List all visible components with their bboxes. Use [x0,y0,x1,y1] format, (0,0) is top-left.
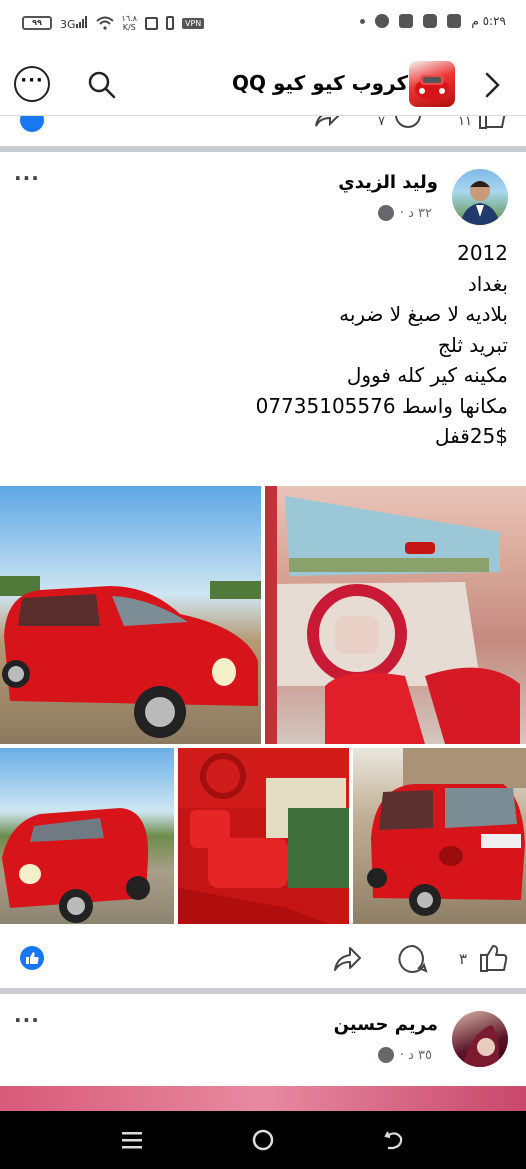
car-photo-interior-front[interactable] [265,486,526,744]
back-arrow-icon[interactable] [482,72,502,98]
post-more-icon[interactable]: ··· [14,1008,40,1032]
post-line: 25$قفل [434,424,508,448]
status-bar: ٩٩ 3G ١٦.٨ K/S VPN ٥:٢٩ م [0,0,526,52]
signal-icon [75,15,87,28]
comment-count: ٧ [378,116,385,129]
post-line: بلاديه لا صبغ لا ضربه [339,302,508,326]
avatar-image [462,1025,500,1067]
share-icon[interactable] [312,116,342,132]
vibrate-icon [165,16,174,30]
post-line: مكانها واسط 07735105576 [255,393,508,418]
post-line: 2012 [457,241,508,265]
youtube-icon [423,14,438,28]
post-card: ··· وليد الزيدي ٣٢ د · 2012 بغداد بلاديه… [0,152,526,984]
previous-post-actions: ٧ ١١ [0,116,526,136]
avatar-image [460,181,500,225]
network-label: 3G [60,17,76,31]
comment-icon[interactable] [393,116,423,132]
like-icon[interactable] [478,943,510,975]
wifi-icon [95,16,114,30]
comment-icon[interactable] [397,943,429,975]
system-nav-bar [0,1111,526,1169]
post-line: مكينه كير كله فوول [346,363,508,387]
car-rear-image [367,748,526,916]
speed-unit: K/S [122,23,136,32]
car-photo-exterior[interactable] [0,486,261,744]
group-avatar[interactable] [409,61,455,107]
thumbs-up-icon [26,952,39,964]
avatar[interactable] [452,1011,508,1067]
share-icon[interactable] [331,944,363,974]
like-count: ٣ [459,950,468,968]
nfc-icon [144,16,158,30]
app-square-icon [447,14,462,28]
group-header: ··· كروب كيو كيو QQ [0,52,526,116]
post-time: ٣٢ د · [399,205,432,221]
car-seats-image [178,748,349,924]
post-body: 2012 بغداد بلاديه لا صبغ لا ضربه تبريد ث… [256,238,508,452]
post-meta: ٣٥ د · [377,1047,432,1063]
post-line: تبريد ثلج [437,332,508,357]
post-actions: ٣ [0,928,526,990]
vpn-badge: VPN [181,17,205,29]
pinterest-icon [375,14,390,28]
like-reaction-icon [20,946,44,970]
group-title[interactable]: كروب كيو كيو QQ [232,71,408,95]
post-media-preview[interactable] [0,1086,526,1111]
clock: ٥:٢٩ م [471,14,506,28]
more-dots-icon: ··· [20,70,44,91]
like-count: ١١ [458,116,472,129]
speed-value: ١٦.٨ [121,14,137,23]
car-photo-front[interactable] [0,748,174,924]
car-photo-interior-side[interactable] [178,748,349,924]
car-photo-rear[interactable] [353,748,526,924]
post-line: بغداد [467,271,508,296]
search-icon[interactable] [87,70,117,100]
home-icon[interactable] [249,1126,277,1154]
app-icon [399,14,414,28]
battery-indicator: ٩٩ [22,16,52,30]
globe-icon [377,205,394,221]
post-author[interactable]: مريم حسين [334,1014,438,1035]
post-time: ٣٥ د · [399,1047,432,1063]
car-image [415,75,449,100]
like-icon[interactable] [477,116,507,132]
notification-dot-icon [360,18,366,24]
post-more-icon[interactable]: ··· [14,166,40,190]
back-icon[interactable] [380,1126,408,1154]
car-exterior-image [0,576,261,738]
post-author[interactable]: وليد الزيدي [338,172,438,193]
globe-icon [377,1047,394,1063]
post-card: ··· مريم حسين ٣٥ د · [0,994,526,1111]
network-speed: ١٦.٨ K/S [122,14,137,32]
avatar[interactable] [452,169,508,225]
recents-icon[interactable] [118,1126,146,1154]
post-meta: ٣٢ د · [377,205,432,221]
network-type: 3G [60,15,88,31]
car-interior-image [265,486,520,744]
like-reaction-icon [20,116,44,132]
car-front-image [2,808,150,923]
more-options-button[interactable]: ··· [14,66,50,102]
